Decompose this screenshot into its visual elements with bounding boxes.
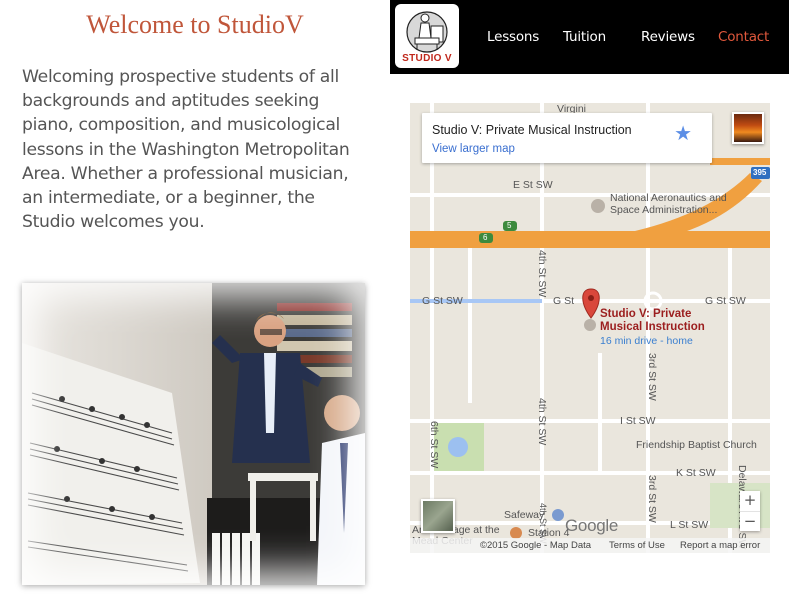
label-l-st: L St SW (670, 519, 709, 531)
pianist-icon (406, 11, 448, 53)
terms-link[interactable]: Terms of Use (609, 540, 665, 551)
pin-drive-time[interactable]: 16 min drive - home (600, 335, 693, 347)
lesson-photo (22, 283, 365, 585)
intro-paragraph: Welcoming prospective students of all ba… (22, 67, 350, 233)
map-canvas (410, 103, 770, 553)
view-larger-map-link[interactable]: View larger map (432, 143, 515, 155)
report-error-link[interactable]: Report a map error (680, 540, 760, 551)
nav-contact[interactable]: Contact (718, 29, 769, 45)
studio-logo[interactable]: STUDIO V (395, 4, 459, 68)
shield-6: 6 (483, 233, 488, 242)
label-g-st-right: G St SW (705, 295, 746, 307)
shield-395: 395 (753, 168, 767, 177)
page-title: Welcome to StudioV (86, 10, 304, 39)
nav-tuition[interactable]: Tuition (563, 29, 606, 45)
zoom-control: + − (740, 491, 760, 531)
label-6th-st: 6th St SW (428, 421, 440, 469)
label-e-st: E St SW (513, 179, 553, 191)
label-g-st-left: G St SW (422, 295, 463, 307)
satellite-toggle[interactable] (732, 112, 764, 144)
label-3rd-st-a: 3rd St SW (646, 353, 658, 401)
shield-5: 5 (507, 221, 512, 230)
label-4th-st-b: 4th St SW (536, 398, 548, 446)
lesson-photo-art (22, 283, 365, 585)
label-g-st-mid: G St (553, 295, 575, 307)
label-k-st: K St SW (676, 467, 716, 479)
zoom-in-button[interactable]: + (740, 491, 760, 511)
logo-text: STUDIO V (402, 53, 452, 64)
top-nav: STUDIO V Lessons Tuition Reviews Contact (390, 0, 789, 74)
save-star-icon[interactable]: ★ (674, 124, 692, 144)
map-footer: ©2015 Google - Map Data Terms of Use Rep… (410, 538, 770, 553)
nav-reviews[interactable]: Reviews (641, 29, 695, 45)
street-view-thumbnail[interactable] (421, 499, 455, 533)
map-info-card: Studio V: Private Musical Instruction Vi… (422, 113, 712, 163)
pin-title[interactable]: Studio V: Private Musical Instruction (600, 308, 705, 334)
map-card-title: Studio V: Private Musical Instruction (432, 123, 632, 137)
label-friendship: Friendship Baptist Church (636, 439, 757, 451)
label-nasa: National Aeronautics and Space Administra… (610, 192, 727, 216)
label-3rd-st-b: 3rd St SW (646, 475, 658, 523)
google-map[interactable]: Virgini E St SW National Aeronautics and… (410, 103, 770, 553)
zoom-out-button[interactable]: − (740, 511, 760, 532)
nav-lessons[interactable]: Lessons (487, 29, 539, 45)
label-4th-st-a: 4th St SW (536, 250, 548, 298)
map-copyright: ©2015 Google - Map Data (480, 540, 592, 551)
label-i-st: I St SW (620, 415, 656, 427)
google-logo: Google (565, 516, 619, 535)
